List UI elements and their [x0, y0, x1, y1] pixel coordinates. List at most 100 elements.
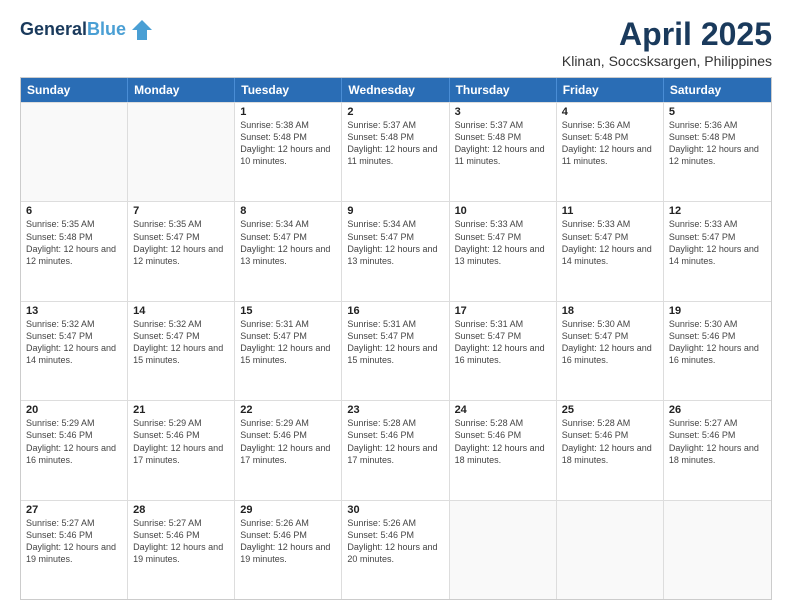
- day-number: 4: [562, 106, 658, 118]
- day-info: Sunrise: 5:36 AM Sunset: 5:48 PM Dayligh…: [669, 119, 766, 168]
- calendar-empty-cell: [128, 103, 235, 201]
- day-info: Sunrise: 5:33 AM Sunset: 5:47 PM Dayligh…: [455, 218, 551, 267]
- calendar-empty-cell: [21, 103, 128, 201]
- day-info: Sunrise: 5:37 AM Sunset: 5:48 PM Dayligh…: [347, 119, 443, 168]
- calendar-day-23: 23Sunrise: 5:28 AM Sunset: 5:46 PM Dayli…: [342, 401, 449, 499]
- day-info: Sunrise: 5:26 AM Sunset: 5:46 PM Dayligh…: [240, 517, 336, 566]
- calendar-day-18: 18Sunrise: 5:30 AM Sunset: 5:47 PM Dayli…: [557, 302, 664, 400]
- calendar-day-14: 14Sunrise: 5:32 AM Sunset: 5:47 PM Dayli…: [128, 302, 235, 400]
- logo-icon: [128, 16, 156, 44]
- day-number: 16: [347, 305, 443, 317]
- day-number: 22: [240, 404, 336, 416]
- day-info: Sunrise: 5:27 AM Sunset: 5:46 PM Dayligh…: [26, 517, 122, 566]
- day-number: 28: [133, 504, 229, 516]
- day-number: 21: [133, 404, 229, 416]
- calendar-week-2: 6Sunrise: 5:35 AM Sunset: 5:48 PM Daylig…: [21, 201, 771, 300]
- day-number: 15: [240, 305, 336, 317]
- day-number: 5: [669, 106, 766, 118]
- day-number: 12: [669, 205, 766, 217]
- weekday-header-thursday: Thursday: [450, 78, 557, 102]
- day-number: 30: [347, 504, 443, 516]
- calendar-day-6: 6Sunrise: 5:35 AM Sunset: 5:48 PM Daylig…: [21, 202, 128, 300]
- day-number: 9: [347, 205, 443, 217]
- day-number: 10: [455, 205, 551, 217]
- calendar-day-25: 25Sunrise: 5:28 AM Sunset: 5:46 PM Dayli…: [557, 401, 664, 499]
- day-info: Sunrise: 5:28 AM Sunset: 5:46 PM Dayligh…: [347, 417, 443, 466]
- day-number: 7: [133, 205, 229, 217]
- day-info: Sunrise: 5:35 AM Sunset: 5:47 PM Dayligh…: [133, 218, 229, 267]
- day-info: Sunrise: 5:30 AM Sunset: 5:46 PM Dayligh…: [669, 318, 766, 367]
- day-number: 17: [455, 305, 551, 317]
- calendar-day-22: 22Sunrise: 5:29 AM Sunset: 5:46 PM Dayli…: [235, 401, 342, 499]
- day-number: 11: [562, 205, 658, 217]
- weekday-header-wednesday: Wednesday: [342, 78, 449, 102]
- day-info: Sunrise: 5:34 AM Sunset: 5:47 PM Dayligh…: [347, 218, 443, 267]
- calendar-day-7: 7Sunrise: 5:35 AM Sunset: 5:47 PM Daylig…: [128, 202, 235, 300]
- day-info: Sunrise: 5:37 AM Sunset: 5:48 PM Dayligh…: [455, 119, 551, 168]
- weekday-header-monday: Monday: [128, 78, 235, 102]
- weekday-header-saturday: Saturday: [664, 78, 771, 102]
- calendar-day-19: 19Sunrise: 5:30 AM Sunset: 5:46 PM Dayli…: [664, 302, 771, 400]
- day-number: 27: [26, 504, 122, 516]
- calendar-day-17: 17Sunrise: 5:31 AM Sunset: 5:47 PM Dayli…: [450, 302, 557, 400]
- logo-text: GeneralBlue: [20, 20, 126, 40]
- day-info: Sunrise: 5:27 AM Sunset: 5:46 PM Dayligh…: [133, 517, 229, 566]
- calendar-day-21: 21Sunrise: 5:29 AM Sunset: 5:46 PM Dayli…: [128, 401, 235, 499]
- day-info: Sunrise: 5:30 AM Sunset: 5:47 PM Dayligh…: [562, 318, 658, 367]
- calendar-day-3: 3Sunrise: 5:37 AM Sunset: 5:48 PM Daylig…: [450, 103, 557, 201]
- calendar-day-27: 27Sunrise: 5:27 AM Sunset: 5:46 PM Dayli…: [21, 501, 128, 599]
- title-area: April 2025 Klinan, Soccsksargen, Philipp…: [562, 16, 772, 69]
- page: GeneralBlue April 2025 Klinan, Soccsksar…: [0, 0, 792, 612]
- day-number: 25: [562, 404, 658, 416]
- calendar-body: 1Sunrise: 5:38 AM Sunset: 5:48 PM Daylig…: [21, 102, 771, 599]
- weekday-header-tuesday: Tuesday: [235, 78, 342, 102]
- day-number: 8: [240, 205, 336, 217]
- day-number: 3: [455, 106, 551, 118]
- calendar-empty-cell: [450, 501, 557, 599]
- day-info: Sunrise: 5:32 AM Sunset: 5:47 PM Dayligh…: [26, 318, 122, 367]
- day-info: Sunrise: 5:27 AM Sunset: 5:46 PM Dayligh…: [669, 417, 766, 466]
- calendar-day-30: 30Sunrise: 5:26 AM Sunset: 5:46 PM Dayli…: [342, 501, 449, 599]
- day-number: 19: [669, 305, 766, 317]
- day-number: 29: [240, 504, 336, 516]
- calendar-day-15: 15Sunrise: 5:31 AM Sunset: 5:47 PM Dayli…: [235, 302, 342, 400]
- calendar-day-16: 16Sunrise: 5:31 AM Sunset: 5:47 PM Dayli…: [342, 302, 449, 400]
- calendar-day-10: 10Sunrise: 5:33 AM Sunset: 5:47 PM Dayli…: [450, 202, 557, 300]
- day-number: 14: [133, 305, 229, 317]
- day-number: 20: [26, 404, 122, 416]
- calendar-day-12: 12Sunrise: 5:33 AM Sunset: 5:47 PM Dayli…: [664, 202, 771, 300]
- calendar-day-26: 26Sunrise: 5:27 AM Sunset: 5:46 PM Dayli…: [664, 401, 771, 499]
- day-info: Sunrise: 5:38 AM Sunset: 5:48 PM Dayligh…: [240, 119, 336, 168]
- day-info: Sunrise: 5:31 AM Sunset: 5:47 PM Dayligh…: [240, 318, 336, 367]
- calendar-day-4: 4Sunrise: 5:36 AM Sunset: 5:48 PM Daylig…: [557, 103, 664, 201]
- calendar-day-11: 11Sunrise: 5:33 AM Sunset: 5:47 PM Dayli…: [557, 202, 664, 300]
- day-info: Sunrise: 5:26 AM Sunset: 5:46 PM Dayligh…: [347, 517, 443, 566]
- calendar-empty-cell: [557, 501, 664, 599]
- day-info: Sunrise: 5:32 AM Sunset: 5:47 PM Dayligh…: [133, 318, 229, 367]
- calendar-week-4: 20Sunrise: 5:29 AM Sunset: 5:46 PM Dayli…: [21, 400, 771, 499]
- calendar-day-2: 2Sunrise: 5:37 AM Sunset: 5:48 PM Daylig…: [342, 103, 449, 201]
- day-info: Sunrise: 5:33 AM Sunset: 5:47 PM Dayligh…: [562, 218, 658, 267]
- day-number: 1: [240, 106, 336, 118]
- main-title: April 2025: [562, 16, 772, 53]
- calendar-week-5: 27Sunrise: 5:27 AM Sunset: 5:46 PM Dayli…: [21, 500, 771, 599]
- day-info: Sunrise: 5:31 AM Sunset: 5:47 PM Dayligh…: [347, 318, 443, 367]
- day-number: 26: [669, 404, 766, 416]
- day-number: 23: [347, 404, 443, 416]
- day-info: Sunrise: 5:29 AM Sunset: 5:46 PM Dayligh…: [240, 417, 336, 466]
- day-info: Sunrise: 5:29 AM Sunset: 5:46 PM Dayligh…: [133, 417, 229, 466]
- day-info: Sunrise: 5:28 AM Sunset: 5:46 PM Dayligh…: [562, 417, 658, 466]
- day-info: Sunrise: 5:29 AM Sunset: 5:46 PM Dayligh…: [26, 417, 122, 466]
- calendar-day-29: 29Sunrise: 5:26 AM Sunset: 5:46 PM Dayli…: [235, 501, 342, 599]
- day-info: Sunrise: 5:31 AM Sunset: 5:47 PM Dayligh…: [455, 318, 551, 367]
- day-number: 6: [26, 205, 122, 217]
- calendar-day-24: 24Sunrise: 5:28 AM Sunset: 5:46 PM Dayli…: [450, 401, 557, 499]
- calendar-day-5: 5Sunrise: 5:36 AM Sunset: 5:48 PM Daylig…: [664, 103, 771, 201]
- calendar-week-3: 13Sunrise: 5:32 AM Sunset: 5:47 PM Dayli…: [21, 301, 771, 400]
- day-info: Sunrise: 5:28 AM Sunset: 5:46 PM Dayligh…: [455, 417, 551, 466]
- day-number: 2: [347, 106, 443, 118]
- calendar: SundayMondayTuesdayWednesdayThursdayFrid…: [20, 77, 772, 600]
- calendar-day-9: 9Sunrise: 5:34 AM Sunset: 5:47 PM Daylig…: [342, 202, 449, 300]
- day-info: Sunrise: 5:35 AM Sunset: 5:48 PM Dayligh…: [26, 218, 122, 267]
- header: GeneralBlue April 2025 Klinan, Soccsksar…: [20, 16, 772, 69]
